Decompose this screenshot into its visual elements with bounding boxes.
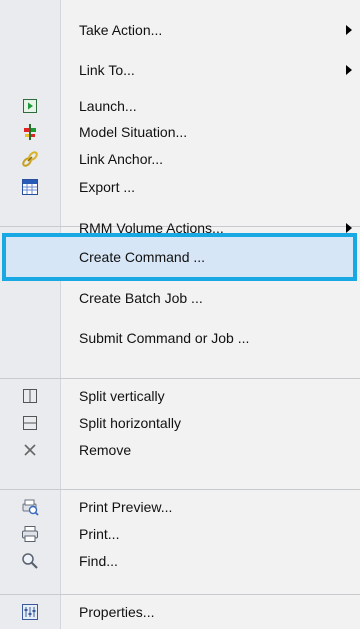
split-vertical-icon — [0, 382, 60, 410]
menu-item-split-vertically[interactable]: Split vertically — [0, 382, 360, 410]
properties-icon — [0, 598, 60, 626]
menu-item-submit-command-or-job[interactable]: Submit Command or Job ... — [0, 320, 360, 356]
launch-icon — [0, 91, 60, 121]
menu-item-label: Export ... — [79, 179, 136, 195]
link-anchor-icon — [0, 144, 60, 174]
menu-item-take-action[interactable]: Take Action... — [0, 12, 360, 48]
menu-item-label: Take Action... — [79, 22, 163, 38]
menu-item-create-batch-job[interactable]: Create Batch Job ... — [0, 280, 360, 316]
print-icon — [0, 520, 60, 548]
submenu-arrow-icon — [346, 65, 352, 75]
export-icon — [0, 172, 60, 202]
context-menu: Take Action... Link To... Launch... Mode… — [0, 0, 360, 629]
print-preview-icon — [0, 493, 60, 521]
menu-item-label: RMM Volume Actions... — [79, 220, 224, 236]
menu-item-label: Launch... — [79, 98, 137, 114]
menu-item-label: Print... — [79, 526, 120, 542]
menu-item-label: Remove — [79, 442, 132, 458]
menu-item-label: Link To... — [79, 62, 135, 78]
find-icon — [0, 547, 60, 575]
menu-item-create-command[interactable]: Create Command ... — [0, 239, 360, 275]
menu-item-remove[interactable]: Remove — [0, 436, 360, 464]
menu-item-print-preview[interactable]: Print Preview... — [0, 493, 360, 521]
menu-item-label: Create Command ... — [79, 249, 206, 265]
submenu-arrow-icon — [346, 25, 352, 35]
menu-item-model-situation[interactable]: Model Situation... — [0, 118, 360, 146]
menu-item-label: Split vertically — [79, 388, 165, 404]
submenu-arrow-icon — [346, 223, 352, 233]
model-situation-icon — [0, 118, 60, 146]
menu-item-launch[interactable]: Launch... — [0, 91, 360, 121]
menu-separator — [0, 489, 360, 490]
remove-icon — [0, 436, 60, 464]
menu-item-label: Print Preview... — [79, 499, 173, 515]
menu-separator — [0, 378, 360, 379]
menu-item-label: Find... — [79, 553, 118, 569]
menu-item-export[interactable]: Export ... — [0, 172, 360, 202]
menu-item-link-anchor[interactable]: Link Anchor... — [0, 144, 360, 174]
menu-item-label: Split horizontally — [79, 415, 181, 431]
menu-item-properties[interactable]: Properties... — [0, 598, 360, 626]
menu-item-print[interactable]: Print... — [0, 520, 360, 548]
menu-item-find[interactable]: Find... — [0, 547, 360, 575]
menu-item-link-to[interactable]: Link To... — [0, 52, 360, 88]
menu-item-label: Submit Command or Job ... — [79, 330, 250, 346]
menu-item-split-horizontally[interactable]: Split horizontally — [0, 409, 360, 437]
menu-item-label: Create Batch Job ... — [79, 290, 203, 306]
menu-item-label: Link Anchor... — [79, 151, 164, 167]
split-horizontal-icon — [0, 409, 60, 437]
menu-item-label: Properties... — [79, 604, 155, 620]
menu-separator — [0, 594, 360, 595]
menu-item-label: Model Situation... — [79, 124, 188, 140]
